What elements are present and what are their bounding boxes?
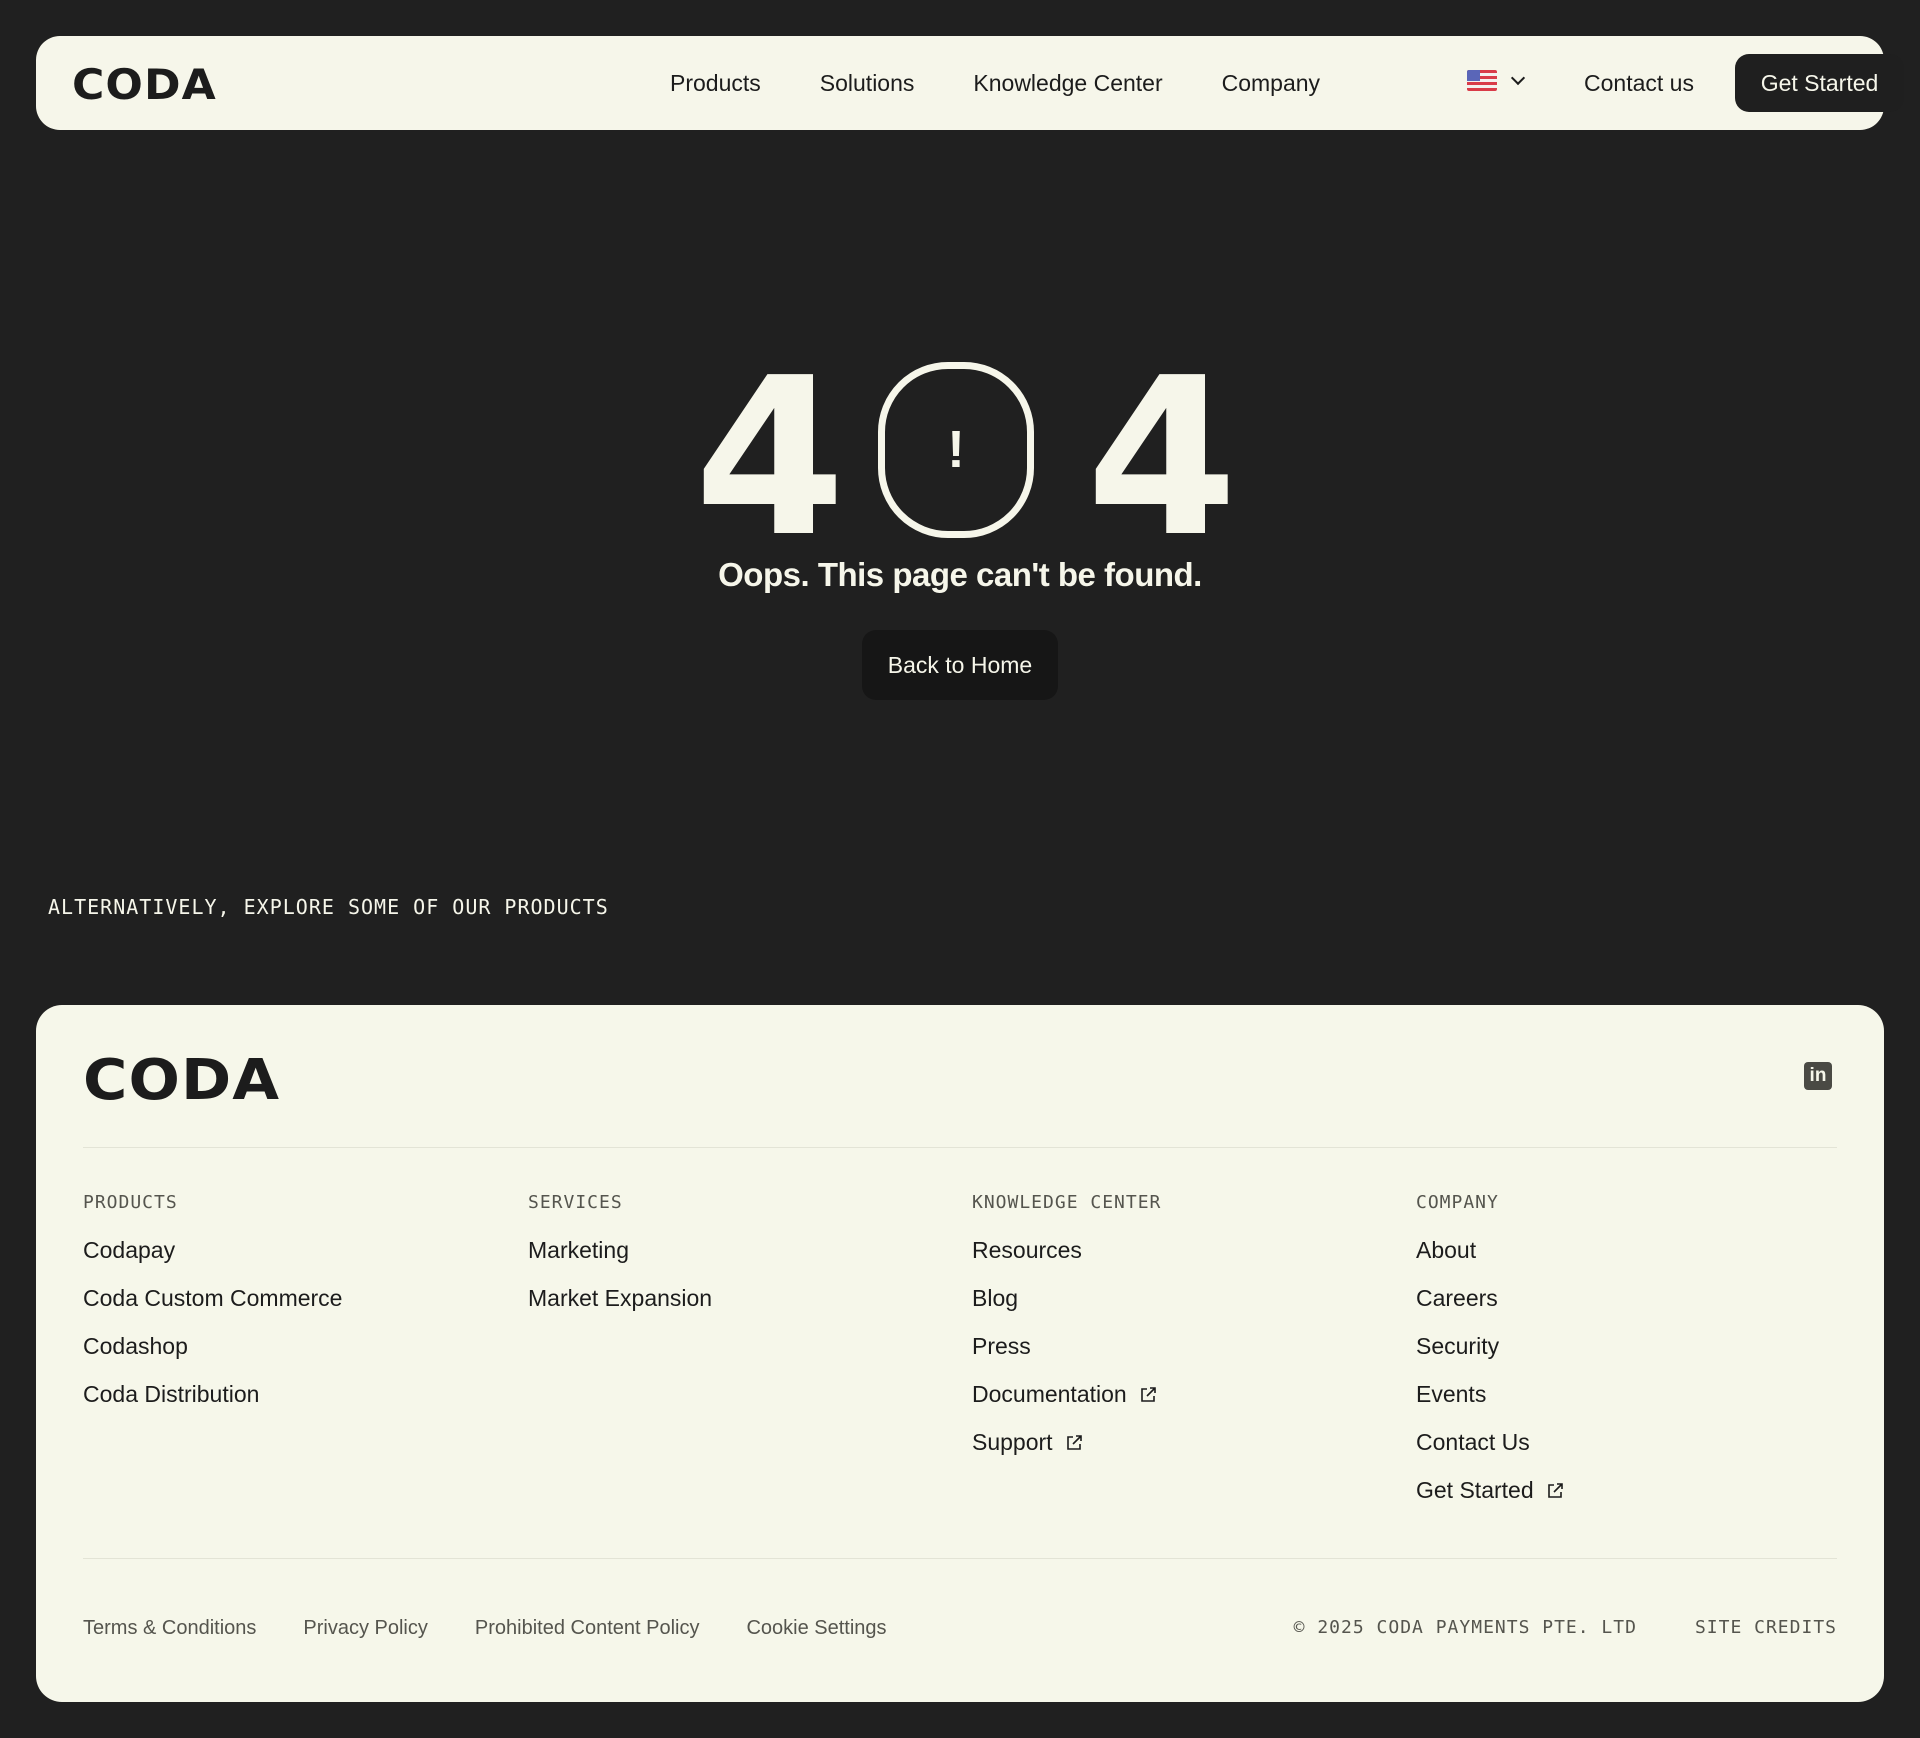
error-404-graphic: 4 ! 4	[694, 350, 1238, 568]
footer-link-security[interactable]: Security	[1416, 1333, 1564, 1381]
footer-column-company: COMPANY About Careers Security Events Co…	[1416, 1192, 1564, 1525]
footer-link-get-started[interactable]: Get Started	[1416, 1477, 1564, 1525]
external-link-icon	[1140, 1387, 1156, 1402]
digit-four-left: 4	[694, 332, 846, 585]
footer-column-services: SERVICES Marketing Market Expansion	[528, 1192, 712, 1333]
nav-company[interactable]: Company	[1222, 70, 1320, 97]
footer-column-products: PRODUCTS Codapay Coda Custom Commerce Co…	[83, 1192, 342, 1429]
nav-products[interactable]: Products	[670, 70, 761, 97]
footer-link-press[interactable]: Press	[972, 1333, 1161, 1381]
footer-link-careers[interactable]: Careers	[1416, 1285, 1564, 1333]
site-credits-link[interactable]: SITE CREDITS	[1695, 1617, 1837, 1638]
contact-us-link[interactable]: Contact us	[1584, 36, 1694, 130]
footer-link-resources[interactable]: Resources	[972, 1237, 1161, 1285]
footer-link-events[interactable]: Events	[1416, 1381, 1564, 1429]
prohibited-content-policy-link[interactable]: Prohibited Content Policy	[475, 1617, 700, 1640]
linkedin-icon[interactable]: in	[1804, 1062, 1832, 1090]
copyright-text: © 2025 CODA PAYMENTS PTE. LTD	[1293, 1617, 1637, 1638]
chevron-down-icon	[1510, 70, 1526, 86]
external-link-icon	[1547, 1483, 1563, 1498]
nav-solutions[interactable]: Solutions	[820, 70, 915, 97]
footer-link-blog[interactable]: Blog	[972, 1285, 1161, 1333]
terms-link[interactable]: Terms & Conditions	[83, 1617, 256, 1640]
us-flag-icon	[1467, 70, 1497, 91]
error-message: Oops. This page can't be found.	[718, 556, 1202, 593]
nav-links: Products Solutions Knowledge Center Comp…	[670, 36, 1379, 130]
digit-four-right: 4	[1086, 332, 1238, 585]
footer-link-coda-custom-commerce[interactable]: Coda Custom Commerce	[83, 1285, 342, 1333]
footer-heading-company: COMPANY	[1416, 1192, 1499, 1213]
footer-link-documentation[interactable]: Documentation	[972, 1381, 1161, 1429]
back-to-home-button[interactable]: Back to Home	[862, 630, 1058, 700]
footer-column-knowledge-center: KNOWLEDGE CENTER Resources Blog Press Do…	[972, 1192, 1161, 1477]
language-selector[interactable]	[1467, 70, 1526, 91]
privacy-policy-link[interactable]: Privacy Policy	[303, 1617, 427, 1640]
nav-knowledge-center[interactable]: Knowledge Center	[973, 70, 1162, 97]
exclamation-zero-icon: !	[878, 362, 1034, 538]
coda-logo[interactable]: CODA	[72, 64, 217, 106]
get-started-button[interactable]: Get Started	[1735, 54, 1904, 112]
footer-divider-top	[83, 1147, 1837, 1148]
footer-heading-products: PRODUCTS	[83, 1192, 178, 1213]
footer-link-contact-us[interactable]: Contact Us	[1416, 1429, 1564, 1477]
footer-divider-bottom	[83, 1558, 1837, 1559]
top-nav: CODA Products Solutions Knowledge Center…	[36, 36, 1904, 130]
footer-link-coda-distribution[interactable]: Coda Distribution	[83, 1381, 342, 1429]
external-link-icon	[1066, 1435, 1082, 1450]
legal-links: Terms & Conditions Privacy Policy Prohib…	[83, 1617, 934, 1640]
footer-link-support[interactable]: Support	[972, 1429, 1161, 1477]
footer: CODA in PRODUCTS Codapay Coda Custom Com…	[36, 1005, 1884, 1702]
footer-link-market-expansion[interactable]: Market Expansion	[528, 1285, 712, 1333]
footer-heading-knowledge-center: KNOWLEDGE CENTER	[972, 1192, 1162, 1213]
copyright-area: © 2025 CODA PAYMENTS PTE. LTD SITE CREDI…	[1294, 1617, 1837, 1638]
footer-coda-logo[interactable]: CODA	[83, 1053, 280, 1109]
explore-products-label: ALTERNATIVELY, EXPLORE SOME OF OUR PRODU…	[48, 895, 609, 919]
footer-link-codashop[interactable]: Codashop	[83, 1333, 342, 1381]
footer-heading-services: SERVICES	[528, 1192, 623, 1213]
footer-link-about[interactable]: About	[1416, 1237, 1564, 1285]
cookie-settings-link[interactable]: Cookie Settings	[746, 1617, 886, 1640]
exclamation-mark: !	[947, 421, 965, 479]
footer-link-marketing[interactable]: Marketing	[528, 1237, 712, 1285]
footer-link-codapay[interactable]: Codapay	[83, 1237, 342, 1285]
